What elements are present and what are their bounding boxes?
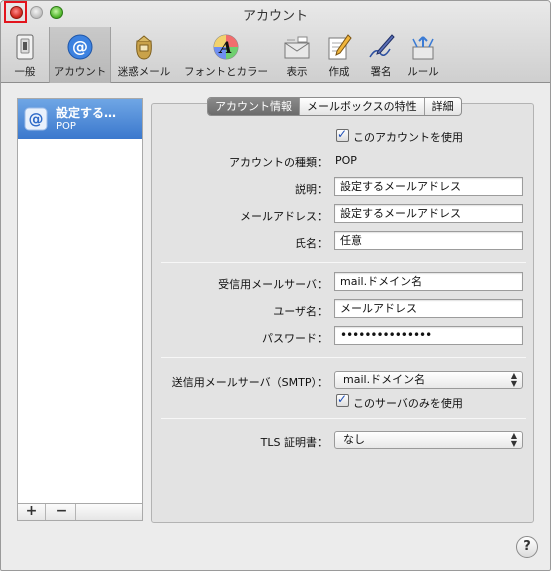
outgoing-server-select[interactable]: mail.ドメイン名 ▲ ▼	[334, 371, 523, 389]
svg-text:A: A	[218, 38, 232, 57]
only-this-server-checkbox[interactable]	[336, 392, 349, 407]
incoming-server-field[interactable]: mail.ドメイン名	[334, 272, 523, 291]
preferences-window: アカウント 一般 @ アカウント 迷惑メール A フォントとカラー 表示 作成 …	[0, 0, 551, 571]
account-type: POP	[56, 121, 76, 132]
tab-account-info[interactable]: アカウント情報	[208, 98, 300, 115]
toolbar-composing[interactable]: 作成	[319, 27, 359, 83]
toolbar-viewing[interactable]: 表示	[277, 27, 317, 83]
font-color-icon: A	[213, 34, 239, 60]
toolbar-junk[interactable]: 迷惑メール	[113, 27, 175, 83]
description-field[interactable]: 設定するメールアドレス	[334, 177, 523, 196]
password-field[interactable]: •••••••••••••••	[334, 326, 523, 345]
toolbar-rules[interactable]: ルール	[403, 27, 443, 83]
account-name: 設定する…	[56, 106, 117, 120]
account-type-value: POP	[335, 154, 357, 167]
enable-account-label: このアカウントを使用	[353, 131, 463, 144]
compose-pencil-icon	[328, 34, 352, 60]
tab-mailbox-behaviors[interactable]: メールボックスの特性	[300, 98, 425, 115]
svg-text:@: @	[29, 110, 44, 128]
svg-text:@: @	[72, 37, 88, 56]
viewing-icon	[284, 36, 310, 59]
email-field[interactable]: 設定するメールアドレス	[334, 204, 523, 223]
outgoing-server-value: mail.ドメイン名	[343, 373, 426, 386]
at-sign-icon: @	[67, 34, 93, 60]
signature-pen-icon	[369, 34, 395, 58]
divider	[161, 357, 526, 358]
description-label: 説明：	[295, 183, 328, 196]
password-label: パスワード：	[262, 332, 328, 345]
email-label: メールアドレス：	[240, 210, 328, 223]
toolbar-accounts[interactable]: @ アカウント	[49, 27, 111, 83]
zoom-button[interactable]	[50, 6, 63, 19]
remove-account-button[interactable]: −	[48, 504, 76, 520]
junk-mail-bag-icon	[136, 35, 152, 60]
fullname-label: 氏名：	[295, 237, 328, 250]
help-button[interactable]: ?	[516, 536, 538, 558]
minimize-button[interactable]	[30, 6, 43, 19]
updown-arrows-icon: ▲ ▼	[510, 431, 517, 448]
toolbar-signatures[interactable]: 署名	[361, 27, 401, 83]
fullname-field[interactable]: 任意	[334, 231, 523, 250]
close-button-highlight	[4, 1, 27, 23]
updown-arrows-icon: ▲ ▼	[510, 371, 517, 388]
at-sign-icon: @	[24, 107, 48, 131]
account-list[interactable]: @ 設定する… POP	[17, 98, 143, 521]
outgoing-server-label: 送信用メールサーバ（SMTP）：	[171, 376, 328, 389]
username-field[interactable]: メールアドレス	[334, 299, 523, 318]
only-this-server-label: このサーバのみを使用	[353, 397, 463, 410]
tls-certificate-label: TLS 証明書：	[260, 436, 328, 449]
username-label: ユーザ名：	[273, 305, 328, 318]
general-switch-icon	[16, 34, 34, 60]
account-type-label: アカウントの種類：	[229, 156, 328, 169]
tab-advanced[interactable]: 詳細	[425, 98, 461, 115]
account-list-item[interactable]: @ 設定する… POP	[18, 99, 142, 139]
tab-bar: アカウント情報 メールボックスの特性 詳細	[207, 97, 462, 116]
add-account-button[interactable]: +	[18, 504, 46, 520]
divider	[161, 262, 526, 263]
toolbar: アカウント 一般 @ アカウント 迷惑メール A フォントとカラー 表示 作成 …	[1, 1, 550, 83]
toolbar-fonts-colors[interactable]: A フォントとカラー	[179, 27, 273, 83]
toolbar-general[interactable]: 一般	[5, 27, 45, 83]
tls-certificate-value: なし	[343, 433, 365, 446]
tls-certificate-select[interactable]: なし ▲ ▼	[334, 431, 523, 449]
rules-arrows-icon	[412, 36, 434, 60]
account-list-footer: + −	[17, 503, 143, 521]
incoming-server-label: 受信用メールサーバ：	[218, 278, 328, 291]
enable-account-checkbox[interactable]	[336, 127, 349, 142]
divider	[161, 418, 526, 419]
window-title: アカウント	[242, 9, 308, 24]
